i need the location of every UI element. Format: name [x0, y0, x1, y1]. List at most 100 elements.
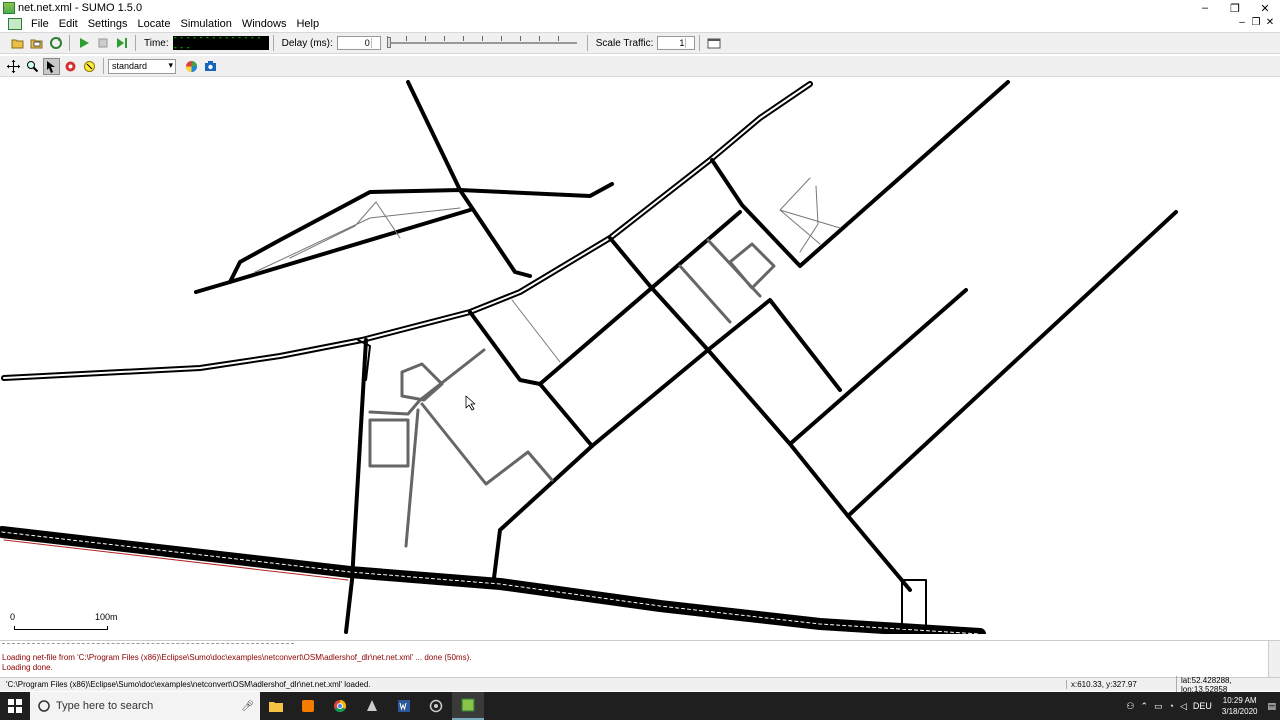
service-road-west	[418, 348, 554, 486]
menu-help[interactable]: Help	[291, 18, 324, 30]
scale-100m-label: 100m	[95, 612, 118, 622]
status-bar: 'C:\Program Files (x86)\Eclipse\Sumo\doc…	[0, 675, 1280, 694]
scale-zero-label: 0	[10, 612, 16, 622]
scale-traffic-label: Scale Traffic:	[595, 37, 654, 49]
scale-ruler	[14, 626, 108, 630]
toolbar-separator	[272, 35, 274, 51]
mdi-controls: – ❐ ✕	[1236, 17, 1276, 29]
select-mode-icon[interactable]	[43, 57, 60, 75]
windows-taskbar: Type here to search 🎤︎ ⚇ ⌃ ▭ ◔ ◁ DEU 10:…	[0, 692, 1280, 720]
avenue-double[interactable]	[1, 81, 813, 381]
people-icon[interactable]: ⚇	[1126, 701, 1134, 712]
step-icon[interactable]	[113, 35, 130, 52]
locate-icon[interactable]	[81, 58, 98, 75]
window-controls: – ❐ ✕	[1190, 0, 1280, 16]
windows-start-icon[interactable]	[0, 692, 30, 720]
toolbar-separator	[69, 35, 70, 51]
network-canvas[interactable]	[0, 78, 1280, 634]
recenter-icon[interactable]	[5, 58, 22, 75]
menu-file[interactable]: File	[26, 18, 54, 30]
time-display: -----------------	[172, 33, 269, 53]
street-d[interactable]	[710, 80, 1010, 268]
road-network[interactable]	[0, 78, 1280, 634]
screenshot-icon[interactable]	[202, 58, 219, 75]
delay-slider[interactable]	[386, 36, 577, 50]
title-bar: net.net.xml - SUMO 1.5.0 – ❐ ✕	[0, 0, 1280, 16]
run-icon[interactable]	[75, 35, 92, 52]
mdi-minimize-button[interactable]: –	[1236, 17, 1248, 29]
clock-date: 3/18/2020	[1221, 707, 1258, 716]
battery-icon[interactable]: ▭	[1154, 701, 1163, 712]
color-scheme-select[interactable]: standard	[108, 58, 176, 74]
sumo-app-icon	[3, 2, 15, 14]
menu-bar: File Edit Settings Locate Simulation Win…	[0, 16, 1280, 32]
new-view-icon[interactable]	[705, 35, 722, 52]
diagonal-road-north[interactable]	[406, 80, 532, 278]
clock-time: 10:29 AM	[1222, 696, 1257, 705]
menu-locate[interactable]: Locate	[132, 18, 175, 30]
log-separator	[2, 643, 294, 644]
app-arrow-icon[interactable]	[356, 692, 388, 720]
edit-color-icon[interactable]	[62, 58, 79, 75]
status-message: 'C:\Program Files (x86)\Eclipse\Sumo\doc…	[6, 680, 371, 689]
street-f[interactable]	[788, 288, 968, 446]
mdi-child-icon[interactable]	[8, 18, 22, 30]
reload-icon[interactable]	[47, 35, 64, 52]
street-e[interactable]	[590, 298, 842, 448]
menu-windows[interactable]: Windows	[237, 18, 292, 30]
view-toolbar: standard	[0, 56, 1280, 77]
delay-spinner[interactable]: 0	[336, 36, 381, 50]
geo-coordinates: lat:52.428288, lon:13.52858	[1176, 675, 1280, 694]
avenue-median	[3, 83, 811, 379]
minimize-button[interactable]: –	[1190, 0, 1220, 16]
restore-button[interactable]: ❐	[1220, 0, 1250, 16]
street-c[interactable]	[608, 236, 850, 518]
chevron-up-icon[interactable]: ⌃	[1140, 701, 1148, 712]
app-circle-icon[interactable]	[420, 692, 452, 720]
slider-track	[386, 42, 577, 44]
menu-simulation[interactable]: Simulation	[175, 18, 236, 30]
message-log[interactable]: Loading net-file from 'C:\Program Files …	[0, 640, 1280, 677]
window-title: net.net.xml - SUMO 1.5.0	[18, 2, 143, 14]
delay-label: Delay (ms):	[281, 37, 333, 49]
notification-icon[interactable]: ▤	[1267, 701, 1276, 712]
app-orange-icon[interactable]	[292, 692, 324, 720]
toolbar-separator	[135, 35, 136, 51]
close-button[interactable]: ✕	[1250, 0, 1280, 16]
slider-thumb[interactable]	[386, 37, 391, 48]
scale-traffic-spinner[interactable]: 1	[657, 36, 696, 50]
file-explorer-icon[interactable]	[260, 692, 292, 720]
toolbar-separator	[699, 35, 701, 51]
upper-road[interactable]	[194, 208, 472, 294]
cursor-coordinates: x:610.33, y:327.97	[1066, 680, 1176, 689]
slider-ticks	[386, 36, 577, 41]
menu-edit[interactable]: Edit	[54, 18, 83, 30]
microphone-icon[interactable]: 🎤︎	[241, 701, 254, 712]
stop-icon[interactable]	[94, 35, 111, 52]
language-indicator[interactable]: DEU	[1193, 701, 1212, 711]
mdi-close-button[interactable]: ✕	[1264, 17, 1276, 29]
log-scrollbar[interactable]	[1268, 641, 1280, 677]
taskbar-clock[interactable]: 10:29 AM 3/18/2020	[1222, 695, 1258, 717]
mdi-restore-button[interactable]: ❐	[1250, 17, 1262, 29]
street-h[interactable]	[846, 514, 912, 592]
west-road-vertical[interactable]	[344, 338, 368, 634]
word-icon[interactable]	[388, 692, 420, 720]
chrome-icon[interactable]	[324, 692, 356, 720]
color-wheel-icon[interactable]	[183, 58, 200, 75]
sumo-taskbar-icon[interactable]	[452, 692, 484, 720]
street-g[interactable]	[846, 210, 1178, 518]
network-icon[interactable]: ◔	[1169, 701, 1174, 711]
magnifier-icon[interactable]	[24, 58, 41, 75]
taskbar-search-box[interactable]: Type here to search 🎤︎	[30, 692, 260, 720]
mouse-cursor	[465, 395, 476, 411]
street-b[interactable]	[538, 382, 594, 448]
volume-icon[interactable]: ◁	[1180, 701, 1187, 712]
scale-bar: 0 100m	[8, 612, 118, 632]
menu-settings[interactable]: Settings	[83, 18, 133, 30]
log-line-loading: Loading net-file from 'C:\Program Files …	[2, 653, 472, 662]
upper-loop-road[interactable]	[228, 182, 614, 284]
open-folder-icon[interactable]	[9, 35, 26, 52]
open-recent-icon[interactable]	[28, 35, 45, 52]
main-toolbar: Time: ----------------- Delay (ms): 0 Sc…	[0, 32, 1280, 54]
